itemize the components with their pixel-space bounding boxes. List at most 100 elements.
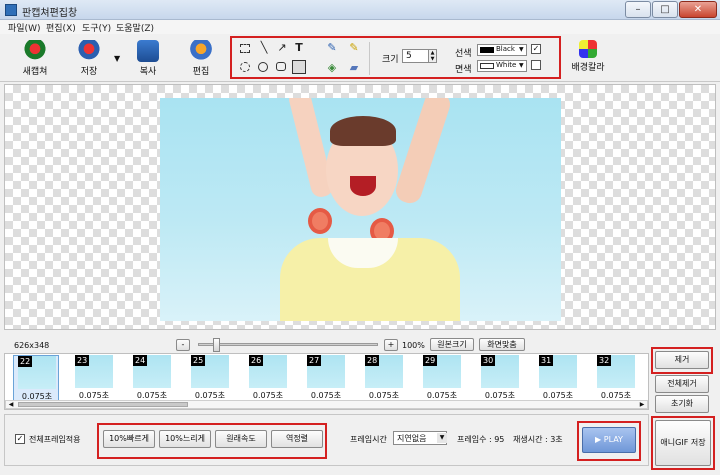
frame-item[interactable]: 24 0.075초 <box>129 355 175 401</box>
figure-arm-right <box>392 98 454 207</box>
preview-image <box>160 98 561 321</box>
frame-number: 28 <box>365 355 380 366</box>
apply-all-checkbox[interactable]: ✓ <box>15 434 25 444</box>
window-title: 판캡쳐편집창 <box>22 8 78 19</box>
save-gif-button[interactable]: 애니GIF 저장 <box>655 420 711 466</box>
remove-button[interactable]: 제거 <box>655 351 709 369</box>
zoom-in-button[interactable]: + <box>384 339 398 351</box>
frame-item[interactable]: 27 0.075초 <box>303 355 349 401</box>
image-dimensions: 626x348 <box>14 341 50 350</box>
fill-color-swatch <box>480 63 494 69</box>
edit-button[interactable]: 편집 <box>178 38 224 80</box>
maximize-icon[interactable]: □ <box>652 1 678 18</box>
circle-icon[interactable] <box>258 62 268 72</box>
slower-button[interactable]: 10%느리게 <box>159 430 211 448</box>
frame-time-value: 지연없음 <box>397 434 427 443</box>
frame-number: 24 <box>133 355 148 366</box>
save-label: 저장 <box>80 67 98 77</box>
rect-icon[interactable] <box>292 60 306 74</box>
fill-bucket-icon[interactable]: ◈ <box>326 62 338 74</box>
menu-tools[interactable]: 도구(Y) <box>82 21 111 34</box>
menu-edit[interactable]: 편집(X) <box>46 21 76 34</box>
scroll-left-icon[interactable]: ◀ <box>7 401 15 408</box>
frame-item[interactable]: 28 0.075초 <box>361 355 407 401</box>
figure-hair <box>330 116 396 146</box>
frame-item[interactable]: 30 0.075초 <box>477 355 523 401</box>
save-dropdown-icon[interactable]: ▼ <box>114 54 120 63</box>
size-label: 크기 <box>382 55 399 65</box>
edit-icon <box>190 40 212 62</box>
eraser-icon[interactable]: ▰ <box>348 62 360 74</box>
size-stepper[interactable]: ▲ ▼ <box>428 49 437 63</box>
frame-item[interactable]: 31 0.075초 <box>535 355 581 401</box>
save-icon <box>78 40 100 62</box>
fill-color-value: White <box>496 61 517 69</box>
canvas-area <box>4 84 716 330</box>
fit-screen-button[interactable]: 화면맞춤 <box>479 338 525 351</box>
frame-count: 프레임수 : 95 <box>457 435 505 444</box>
text-icon[interactable]: T <box>293 42 305 54</box>
line-color-swatch <box>480 47 494 53</box>
pen-icon[interactable]: ✎ <box>326 42 338 54</box>
remove-all-button[interactable]: 전체제거 <box>655 375 709 393</box>
highlighter-icon[interactable]: ✎ <box>348 42 360 54</box>
close-icon[interactable]: ✕ <box>679 1 717 18</box>
scroll-right-icon[interactable]: ▶ <box>638 401 646 408</box>
toolbar: 새캡쳐 저장 ▼ 복사 편집 ╲ ↗ T ✎ ✎ ◈ ▰ 크기 5 ▲ ▼ 선색… <box>0 34 720 82</box>
rect-select-icon[interactable] <box>240 44 250 53</box>
zoom-slider[interactable] <box>198 343 378 346</box>
faster-button[interactable]: 10%빠르게 <box>103 430 155 448</box>
line-color-checkbox[interactable]: ✓ <box>531 44 541 54</box>
title-bar: 판캡쳐편집창 – □ ✕ <box>0 0 720 20</box>
menu-bar: 파일(W) 편집(X) 도구(Y) 도움말(Z) <box>0 20 720 34</box>
copy-label: 복사 <box>139 67 157 77</box>
bg-color-button[interactable]: 배경칼라 <box>564 38 612 80</box>
new-capture-button[interactable]: 새캡쳐 <box>12 38 58 80</box>
frame-time-select[interactable]: 지연없음 ▼ <box>393 431 447 445</box>
menu-help[interactable]: 도움말(Z) <box>116 21 154 34</box>
frame-item[interactable]: 32 0.075초 <box>593 355 639 401</box>
fill-color-label: 면색 <box>455 65 472 75</box>
rounded-rect-icon[interactable] <box>276 62 286 71</box>
menu-file[interactable]: 파일(W) <box>8 21 40 34</box>
edit-label: 편집 <box>192 67 210 77</box>
line-color-select[interactable]: Black ▼ <box>477 44 527 56</box>
original-size-button[interactable]: 원본크기 <box>430 338 474 351</box>
frame-scroll-thumb[interactable] <box>18 402 188 407</box>
save-button[interactable]: 저장 <box>66 38 112 80</box>
reverse-order-button[interactable]: 역정렬 <box>271 430 323 448</box>
chevron-down-icon: ▼ <box>519 46 524 53</box>
frame-item[interactable]: 23 0.075초 <box>71 355 117 401</box>
fill-color-select[interactable]: White ▼ <box>477 60 527 72</box>
new-capture-icon <box>24 40 46 62</box>
frame-number: 32 <box>597 355 612 366</box>
zoom-slider-handle[interactable] <box>213 338 220 352</box>
frame-number: 23 <box>75 355 90 366</box>
frame-item[interactable]: 25 0.075초 <box>187 355 233 401</box>
minimize-icon[interactable]: – <box>625 1 651 18</box>
frame-time-label: 프레임시간 <box>350 435 387 444</box>
copy-icon <box>137 40 159 62</box>
apply-all-label: 전체프레임적용 <box>29 435 81 444</box>
zoom-out-button[interactable]: - <box>176 339 190 351</box>
drawing-tools-panel: ╲ ↗ T ✎ ✎ ◈ ▰ 크기 5 ▲ ▼ 선색 Black ▼ ✓ 면색 Wh… <box>230 36 561 79</box>
frame-item[interactable]: 26 0.075초 <box>245 355 291 401</box>
copy-button[interactable]: 복사 <box>125 38 171 80</box>
ellipse-select-icon[interactable] <box>240 62 250 72</box>
line-icon[interactable]: ╲ <box>258 42 270 54</box>
fill-color-checkbox[interactable] <box>531 60 541 70</box>
arrow-icon[interactable]: ↗ <box>276 42 288 54</box>
frame-item[interactable]: 29 0.075초 <box>419 355 465 401</box>
frame-number: 27 <box>307 355 322 366</box>
figure-mouth <box>350 176 376 196</box>
line-color-value: Black <box>496 45 515 53</box>
chevron-down-icon: ▼ <box>437 433 447 443</box>
frame-item[interactable]: 22 0.075초 <box>13 355 59 401</box>
figure-earring-left <box>308 208 332 234</box>
line-color-label: 선색 <box>455 49 472 59</box>
play-button[interactable]: ▶ PLAY <box>582 427 636 453</box>
reset-button[interactable]: 초기화 <box>655 395 709 413</box>
speed-panel: ✓ 전체프레임적용 10%빠르게 10%느리게 원래속도 역정렬 프레임시간 지… <box>4 414 649 466</box>
frame-scrollbar[interactable]: ◀ ▶ <box>5 400 648 409</box>
original-speed-button[interactable]: 원래속도 <box>215 430 267 448</box>
